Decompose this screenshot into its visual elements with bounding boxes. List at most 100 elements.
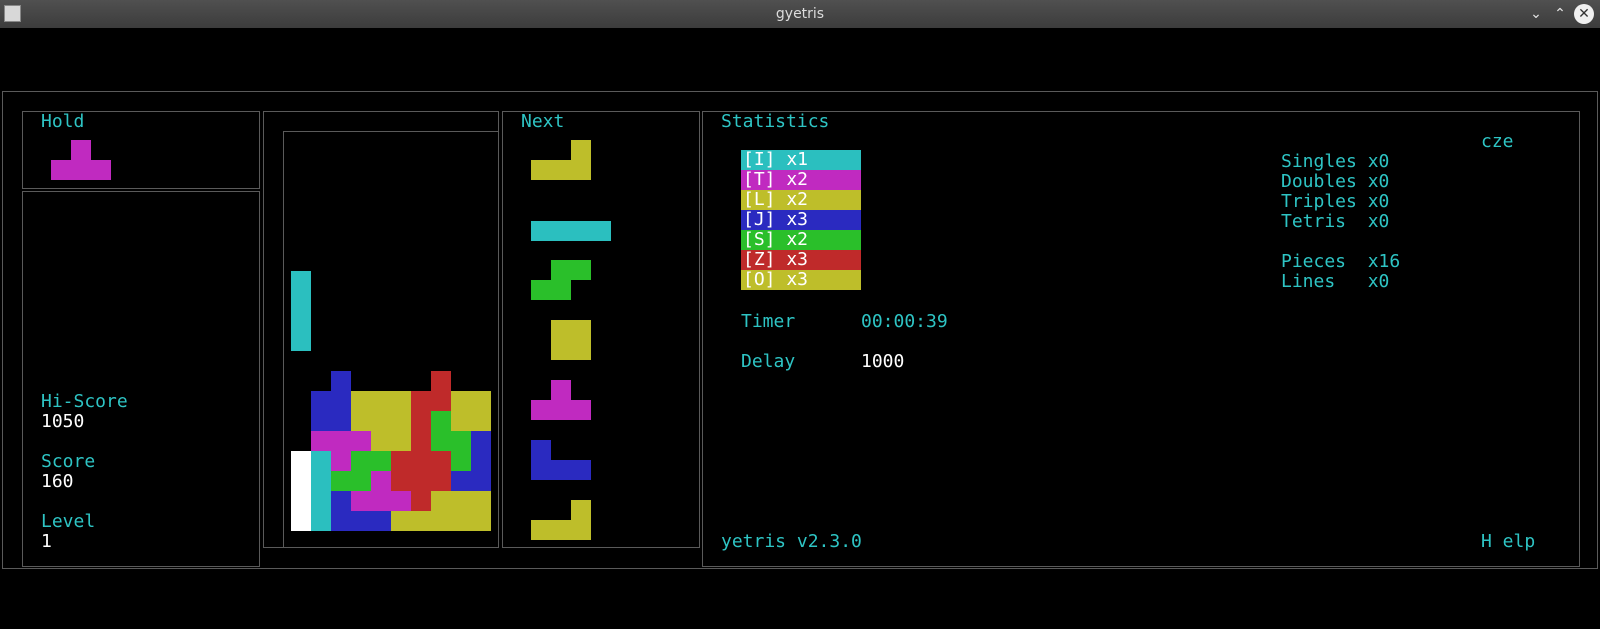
board-cell	[351, 451, 371, 471]
line-stat: Tetris x0	[1281, 211, 1390, 232]
hold-label: Hold	[41, 111, 85, 132]
board-cell	[371, 451, 391, 471]
board-cell	[471, 411, 491, 431]
board-cell	[311, 471, 331, 491]
board-cell	[371, 491, 391, 511]
next-piece-cell	[571, 260, 591, 280]
line-stat: Doubles x0	[1281, 171, 1390, 192]
board-cell	[431, 391, 451, 411]
board-cell	[291, 511, 311, 531]
board-cell	[331, 411, 351, 431]
board-cell	[391, 511, 411, 531]
next-piece-cell	[571, 400, 591, 420]
level-label: Level	[41, 511, 96, 532]
next-piece-cell	[531, 520, 551, 540]
board-cell	[391, 391, 411, 411]
next-piece-cell	[531, 440, 551, 460]
board-cell	[451, 391, 471, 411]
board-cell	[311, 391, 331, 411]
hiscore-label: Hi-Score	[41, 391, 128, 412]
piece-stat-row: [J] x3	[741, 210, 861, 230]
line-stat: Pieces x16	[1281, 251, 1401, 272]
board-cell	[391, 471, 411, 491]
board-cell	[391, 431, 411, 451]
minimize-icon[interactable]: ⌄	[1526, 4, 1546, 24]
board-cell	[451, 491, 471, 511]
delay-label: Delay	[741, 351, 796, 372]
board-cell	[291, 451, 311, 471]
next-piece-cell	[531, 400, 551, 420]
board-cell	[351, 511, 371, 531]
board-cell	[411, 471, 431, 491]
statistics-label: Statistics	[721, 111, 830, 132]
hold-cell	[91, 160, 111, 180]
board-cell	[311, 491, 331, 511]
next-piece-cell	[571, 140, 591, 160]
line-stat: Lines x0	[1281, 271, 1390, 292]
board-cell	[351, 491, 371, 511]
board-cell	[351, 411, 371, 431]
hold-cell	[71, 140, 91, 160]
board-cell	[471, 451, 491, 471]
board-cell	[371, 431, 391, 451]
board-cell	[331, 371, 351, 391]
board-cell	[311, 411, 331, 431]
board-cell	[431, 371, 451, 391]
board-cell	[351, 471, 371, 491]
board-cell	[351, 431, 371, 451]
next-piece-cell	[551, 221, 571, 241]
maximize-icon[interactable]: ⌃	[1550, 4, 1570, 24]
board-cell	[311, 451, 331, 471]
line-stat: Triples x0	[1281, 191, 1390, 212]
board-cell	[291, 491, 311, 511]
player-name: cze	[1481, 131, 1514, 152]
next-piece-cell	[551, 460, 571, 480]
next-piece-cell	[551, 340, 571, 360]
close-icon[interactable]: ✕	[1574, 4, 1594, 24]
board-cell	[431, 431, 451, 451]
board-cell	[431, 511, 451, 531]
board-cell	[431, 451, 451, 471]
falling-piece-cell	[291, 271, 311, 291]
hiscore-value: 1050	[41, 411, 85, 432]
line-stat: Singles x0	[1281, 151, 1390, 172]
board-cell	[371, 411, 391, 431]
board-cell	[331, 511, 351, 531]
piece-stat-row: [Z] x3	[741, 250, 861, 270]
next-piece-cell	[571, 460, 591, 480]
board-cell	[431, 411, 451, 431]
board-cell	[451, 511, 471, 531]
next-piece-cell	[571, 320, 591, 340]
score-value: 160	[41, 471, 74, 492]
board-cell	[391, 451, 411, 471]
next-piece-cell	[551, 280, 571, 300]
board-cell	[371, 471, 391, 491]
board-cell	[331, 431, 351, 451]
board-cell	[411, 391, 431, 411]
next-piece-cell	[571, 160, 591, 180]
next-piece-cell	[551, 400, 571, 420]
piece-stat-row: [O] x3	[741, 270, 861, 290]
hold-cell	[51, 160, 71, 180]
board-cell	[331, 451, 351, 471]
board-cell	[451, 471, 471, 491]
help-button[interactable]: H elp	[1481, 532, 1535, 552]
next-piece-cell	[591, 221, 611, 241]
board-cell	[411, 511, 431, 531]
board-cell	[331, 391, 351, 411]
piece-stat-row: [S] x2	[741, 230, 861, 250]
next-piece-cell	[531, 160, 551, 180]
next-piece-cell	[571, 221, 591, 241]
next-piece-cell	[531, 460, 551, 480]
board-cell	[411, 491, 431, 511]
delay-value: 1000	[861, 351, 905, 372]
board-cell	[411, 451, 431, 471]
board-cell	[371, 511, 391, 531]
board-cell	[411, 411, 431, 431]
next-piece-cell	[551, 320, 571, 340]
board-cell	[371, 391, 391, 411]
next-piece-cell	[571, 520, 591, 540]
falling-piece-cell	[291, 331, 311, 351]
board-cell	[391, 491, 411, 511]
next-piece-cell	[531, 280, 551, 300]
